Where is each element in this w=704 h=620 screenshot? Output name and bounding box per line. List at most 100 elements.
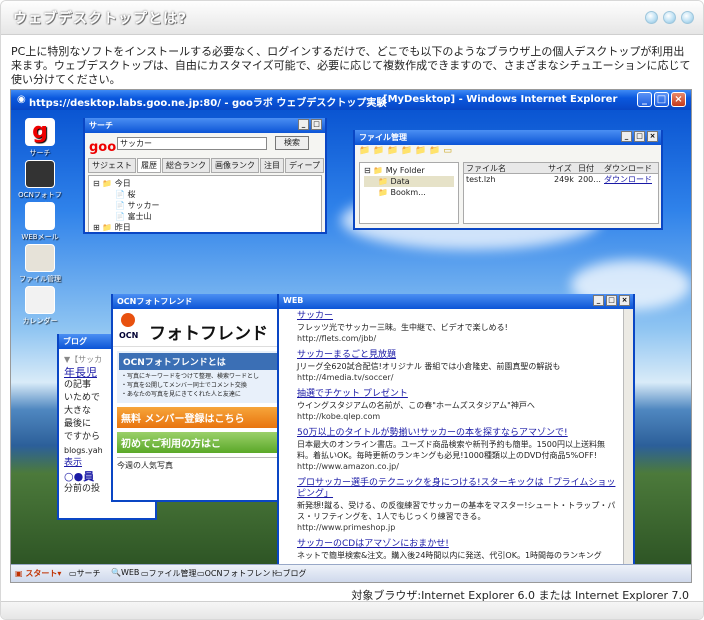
taskbar-search[interactable]: ▭サーチ [69, 568, 101, 579]
tab-image-rank[interactable]: 画像ランク [211, 158, 259, 173]
window-close-button[interactable]: × [619, 295, 630, 306]
file-toolbar: 📁 📁 📁 📁 📁 📁 ▭ [359, 146, 452, 156]
decor-dot-icon [681, 11, 694, 24]
taskbar-ocn[interactable]: ▭OCNフォトフレンド [197, 568, 278, 579]
search-result: サッカーまるごと見放題 Jリーグ全620試合配信!オリジナル 番組では小倉隆史、前… [297, 350, 619, 383]
download-link[interactable]: ダウンロード [604, 174, 652, 185]
result-snippet: フレッツ光でサッカー三昧。生中継で、ビデオで楽しめる! [297, 323, 508, 332]
result-snippet: 新発想!蹴る、受ける、の反復練習でサッカーの基本をマスター!シュート・トラップ・… [297, 501, 616, 521]
window-minimize-button[interactable]: _ [621, 131, 632, 142]
result-url: http://kobe.qlep.com [297, 412, 381, 421]
search-window[interactable]: サーチ _ □ goo サッカー 検索 サジェスト 履歴 総合ランク 画像ランク 注目デ… [83, 118, 327, 234]
ocn-logo: OCN フォトフレンド [113, 309, 289, 347]
panel-title: ウェブデスクトップとは? [13, 11, 188, 27]
ie-title-bar: ◉ https://desktop.labs.goo.ne.jp:80/ - g… [11, 90, 691, 110]
screenshot-browser: ◉ https://desktop.labs.goo.ne.jp:80/ - g… [10, 89, 692, 583]
ocn-window-title: OCNフォトフレンド [113, 294, 289, 309]
folder-tree: ⊟ 📁 My Folder 📁 Data 📁 Bookm... [359, 162, 459, 224]
start-button[interactable]: ▣ スタート▾ [15, 568, 61, 579]
result-title-link[interactable]: サッカー [297, 311, 619, 322]
tree-item[interactable]: 📁 Bookm... [364, 187, 454, 198]
search-result: サッカー フレッツ光でサッカー三昧。生中継で、ビデオで楽しめる! http://fl… [297, 311, 619, 344]
intro-text: PC上に特別なソフトをインストールする必要なく、ログインするだけで、どこでも以下… [11, 45, 691, 86]
search-input[interactable]: サッカー [117, 137, 267, 150]
ie-title-url: https://desktop.labs.goo.ne.jp:80/ - goo… [29, 98, 387, 109]
minimize-button[interactable]: _ [637, 92, 652, 107]
window-minimize-button[interactable]: _ [298, 119, 309, 130]
search-result: サッカーのCDはアマゾンにおまかせ! ネットで簡単検索&注文。購入後24時間以内に… [297, 539, 619, 561]
file-window-title: ファイル管理 _ □ × [355, 130, 661, 145]
desktop-icon-mail[interactable]: WEBメール [17, 202, 63, 242]
envelope-icon [25, 202, 55, 230]
panel-footer [1, 601, 703, 619]
feature-panel: ウェブデスクトップとは? PC上に特別なソフトをインストールする必要なく、ログイ… [0, 0, 704, 620]
history-tree: ⊟ 📁 今日 📄 桜 📄 サッカー 📄 富士山 ⊞ 📁 昨日 [88, 175, 322, 232]
ocn-info: OCNフォトフレンドとは ・写真にキーワードをつけて整理、検索ワードとし ・写真… [117, 351, 285, 403]
result-title-link[interactable]: サッカーまるごと見放題 [297, 350, 619, 361]
result-snippet: 日本最大のオンライン書店。ユーズド商品検索や新刊予約も簡単。1500円以上送料無… [297, 440, 605, 460]
tab-deep[interactable]: ディープ [285, 158, 324, 173]
table-row[interactable]: test.lzh 249k 200... ダウンロード [464, 174, 658, 186]
file-cabinet-icon [25, 244, 55, 272]
tree-item[interactable]: ⊞ 📁 昨日 [93, 222, 317, 232]
goo-g-icon: g [25, 118, 55, 146]
ie-globe-icon: ◉ [17, 94, 26, 105]
window-maximize-button[interactable]: □ [311, 119, 322, 130]
tab-attention[interactable]: 注目 [260, 158, 284, 173]
tab-suggest[interactable]: サジェスト [88, 158, 136, 173]
desktop-area: g サーチ OCNフォトフレンド WEBメール ファイル管理 カレンダー サ [11, 110, 691, 570]
result-url: http://4media.tv/soccer/ [297, 373, 394, 382]
search-result: 抽選でチケット プレゼント ウイングスタジアムの名前が、この春"ホームズスタジアム… [297, 389, 619, 422]
register-banner[interactable]: 無料 メンバー登録はこちら [117, 407, 285, 428]
decor-dot-icon [645, 11, 658, 24]
tab-history[interactable]: 履歴 [137, 158, 161, 173]
web-window-title: WEB _ □ × [279, 294, 633, 309]
first-time-banner[interactable]: 初めてご利用の方はこ [117, 432, 285, 453]
maximize-button[interactable]: □ [654, 92, 669, 107]
window-minimize-button[interactable]: _ [593, 295, 604, 306]
tree-item[interactable]: 📁 Data [364, 176, 454, 187]
result-title-link[interactable]: プロサッカー選手のテクニックを身につける!スターキックは「プライムショッピング」 [297, 478, 619, 500]
tree-item[interactable]: 📄 富士山 [93, 211, 317, 222]
window-close-button[interactable]: × [647, 131, 658, 142]
window-maximize-button[interactable]: □ [606, 295, 617, 306]
file-manager-window[interactable]: ファイル管理 _ □ × 📁 📁 📁 📁 📁 📁 ▭ ⊟ 📁 My Folder… [353, 130, 663, 230]
search-result: プロサッカー選手のテクニックを身につける!スターキックは「プライムショッピング」… [297, 478, 619, 533]
panel-header: ウェブデスクトップとは? [1, 1, 703, 35]
search-tabs: サジェスト 履歴 総合ランク 画像ランク 注目 ディープ [85, 153, 325, 173]
result-url: http://www.amazon.co.jp/ [297, 462, 399, 471]
taskbar-blog[interactable]: ▭ブログ [275, 568, 307, 579]
goo-logo: goo [89, 140, 117, 155]
ie-title-app: [MyDesktop] - Windows Internet Explorer [383, 94, 618, 105]
tab-rank[interactable]: 総合ランク [162, 158, 210, 173]
desktop-icon-search[interactable]: g サーチ [17, 118, 63, 158]
web-results: サッカー フレッツ光でサッカー三昧。生中継で、ビデオで楽しめる! http://fl… [279, 309, 633, 561]
result-url: http://flets.com/jbb/ [297, 334, 377, 343]
search-button[interactable]: 検索 [275, 136, 309, 150]
result-snippet: Jリーグ全620試合配信!オリジナル 番組では小倉隆史、前園真聖の解説も [297, 362, 561, 371]
result-title-link[interactable]: 50万以上のタイトルが勢揃い!サッカーの本を探すならアマゾンで! [297, 428, 619, 439]
popular-photos: 今週の人気写真 [117, 457, 285, 471]
calendar-icon [25, 286, 55, 314]
tree-item[interactable]: ⊟ 📁 今日 [93, 178, 317, 189]
result-title-link[interactable]: サッカーのCDはアマゾンにおまかせ! [297, 539, 619, 550]
result-title-link[interactable]: 抽選でチケット プレゼント [297, 389, 619, 400]
taskbar: ▣ スタート▾ ▭サーチ 🔍WEB ▭ファイル管理 ▭OCNフォトフレンド ▭ブ… [11, 564, 691, 582]
taskbar-web[interactable]: 🔍WEB [111, 568, 139, 577]
scrollbar[interactable] [623, 309, 633, 568]
desktop-icon-files[interactable]: ファイル管理 [17, 244, 63, 284]
close-button[interactable]: × [671, 92, 686, 107]
desktop-icon-calendar[interactable]: カレンダー [17, 286, 63, 326]
tree-item[interactable]: ⊟ 📁 My Folder [364, 165, 454, 176]
file-list: ファイル名 サイズ 日付 ダウンロード test.lzh 249k 200...… [463, 162, 659, 224]
taskbar-files[interactable]: ▭ファイル管理 [141, 568, 197, 579]
ocn-window[interactable]: OCNフォトフレンド OCN フォトフレンド OCNフォトフレンドとは ・写真に… [111, 294, 291, 502]
tree-item[interactable]: 📄 桜 [93, 189, 317, 200]
tree-item[interactable]: 📄 サッカー [93, 200, 317, 211]
web-window[interactable]: WEB _ □ × サッカー フレッツ光でサッカー三昧。生中継で、ビデオで楽しめる… [277, 294, 635, 570]
search-window-title: サーチ _ □ [85, 118, 325, 133]
search-result: 50万以上のタイトルが勢揃い!サッカーの本を探すならアマゾンで! 日本最大のオンラ… [297, 428, 619, 472]
window-maximize-button[interactable]: □ [634, 131, 645, 142]
result-url: http://www.primeshop.jp [297, 523, 396, 532]
result-snippet: ネットで簡単検索&注文。購入後24時間以内に発送、代引OK。1時間毎のランキング [297, 551, 602, 560]
